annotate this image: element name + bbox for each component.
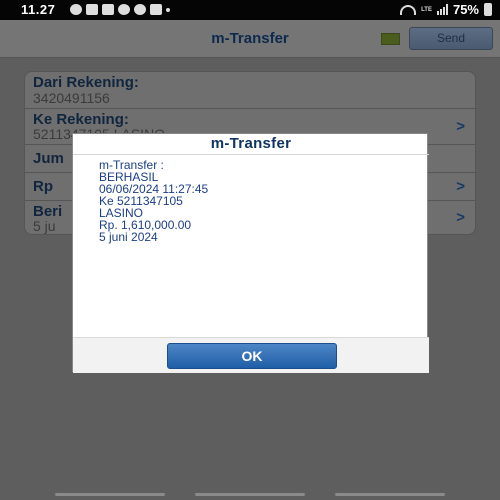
row-label: Rp [33,178,53,195]
network-label: LTE [421,6,432,13]
dot-icon [166,8,170,12]
form-row-from-account[interactable]: Dari Rekening: 3420491156 [25,72,475,109]
nav-pill-left[interactable] [55,493,165,496]
row-label: Dari Rekening: [33,74,139,91]
dialog-message: m-Transfer : BERHASIL 06/06/2024 11:27:4… [99,159,208,243]
nav-pill-right[interactable] [335,493,445,496]
chrome-icon [118,4,130,15]
notification-icons [70,4,170,15]
row-value: 5 ju [33,218,56,234]
chat-icon [134,4,146,15]
chevron-right-icon: > [456,178,465,195]
battery-icon [484,3,492,16]
send-button[interactable]: Send [409,27,493,50]
signal-icon [436,4,448,15]
wifi-icon [400,4,417,15]
status-indicator [381,33,400,45]
system-status: LTE 75% [400,2,492,17]
status-bar: 11.27 LTE 75% [0,0,500,20]
gmail-icon [150,4,162,15]
row-label: Jum [33,150,64,167]
whatsapp-icon [70,4,82,15]
status-time: 11.27 [21,2,56,17]
dialog-footer: OK [73,337,429,373]
divider [73,154,429,155]
battery-percent: 75% [452,2,479,17]
bag-icon [102,4,114,15]
dialog-title: m-Transfer [210,135,292,152]
app-header: m-Transfer Send [0,20,500,58]
bag-icon [86,4,98,15]
chevron-right-icon: > [456,118,465,135]
ok-button[interactable]: OK [167,343,337,369]
result-dialog: m-Transfer m-Transfer : BERHASIL 06/06/2… [72,133,429,373]
nav-pill-center[interactable] [195,493,305,496]
row-value: 3420491156 [33,90,110,106]
message-line: 5 juni 2024 [99,230,158,244]
chevron-right-icon: > [456,209,465,226]
